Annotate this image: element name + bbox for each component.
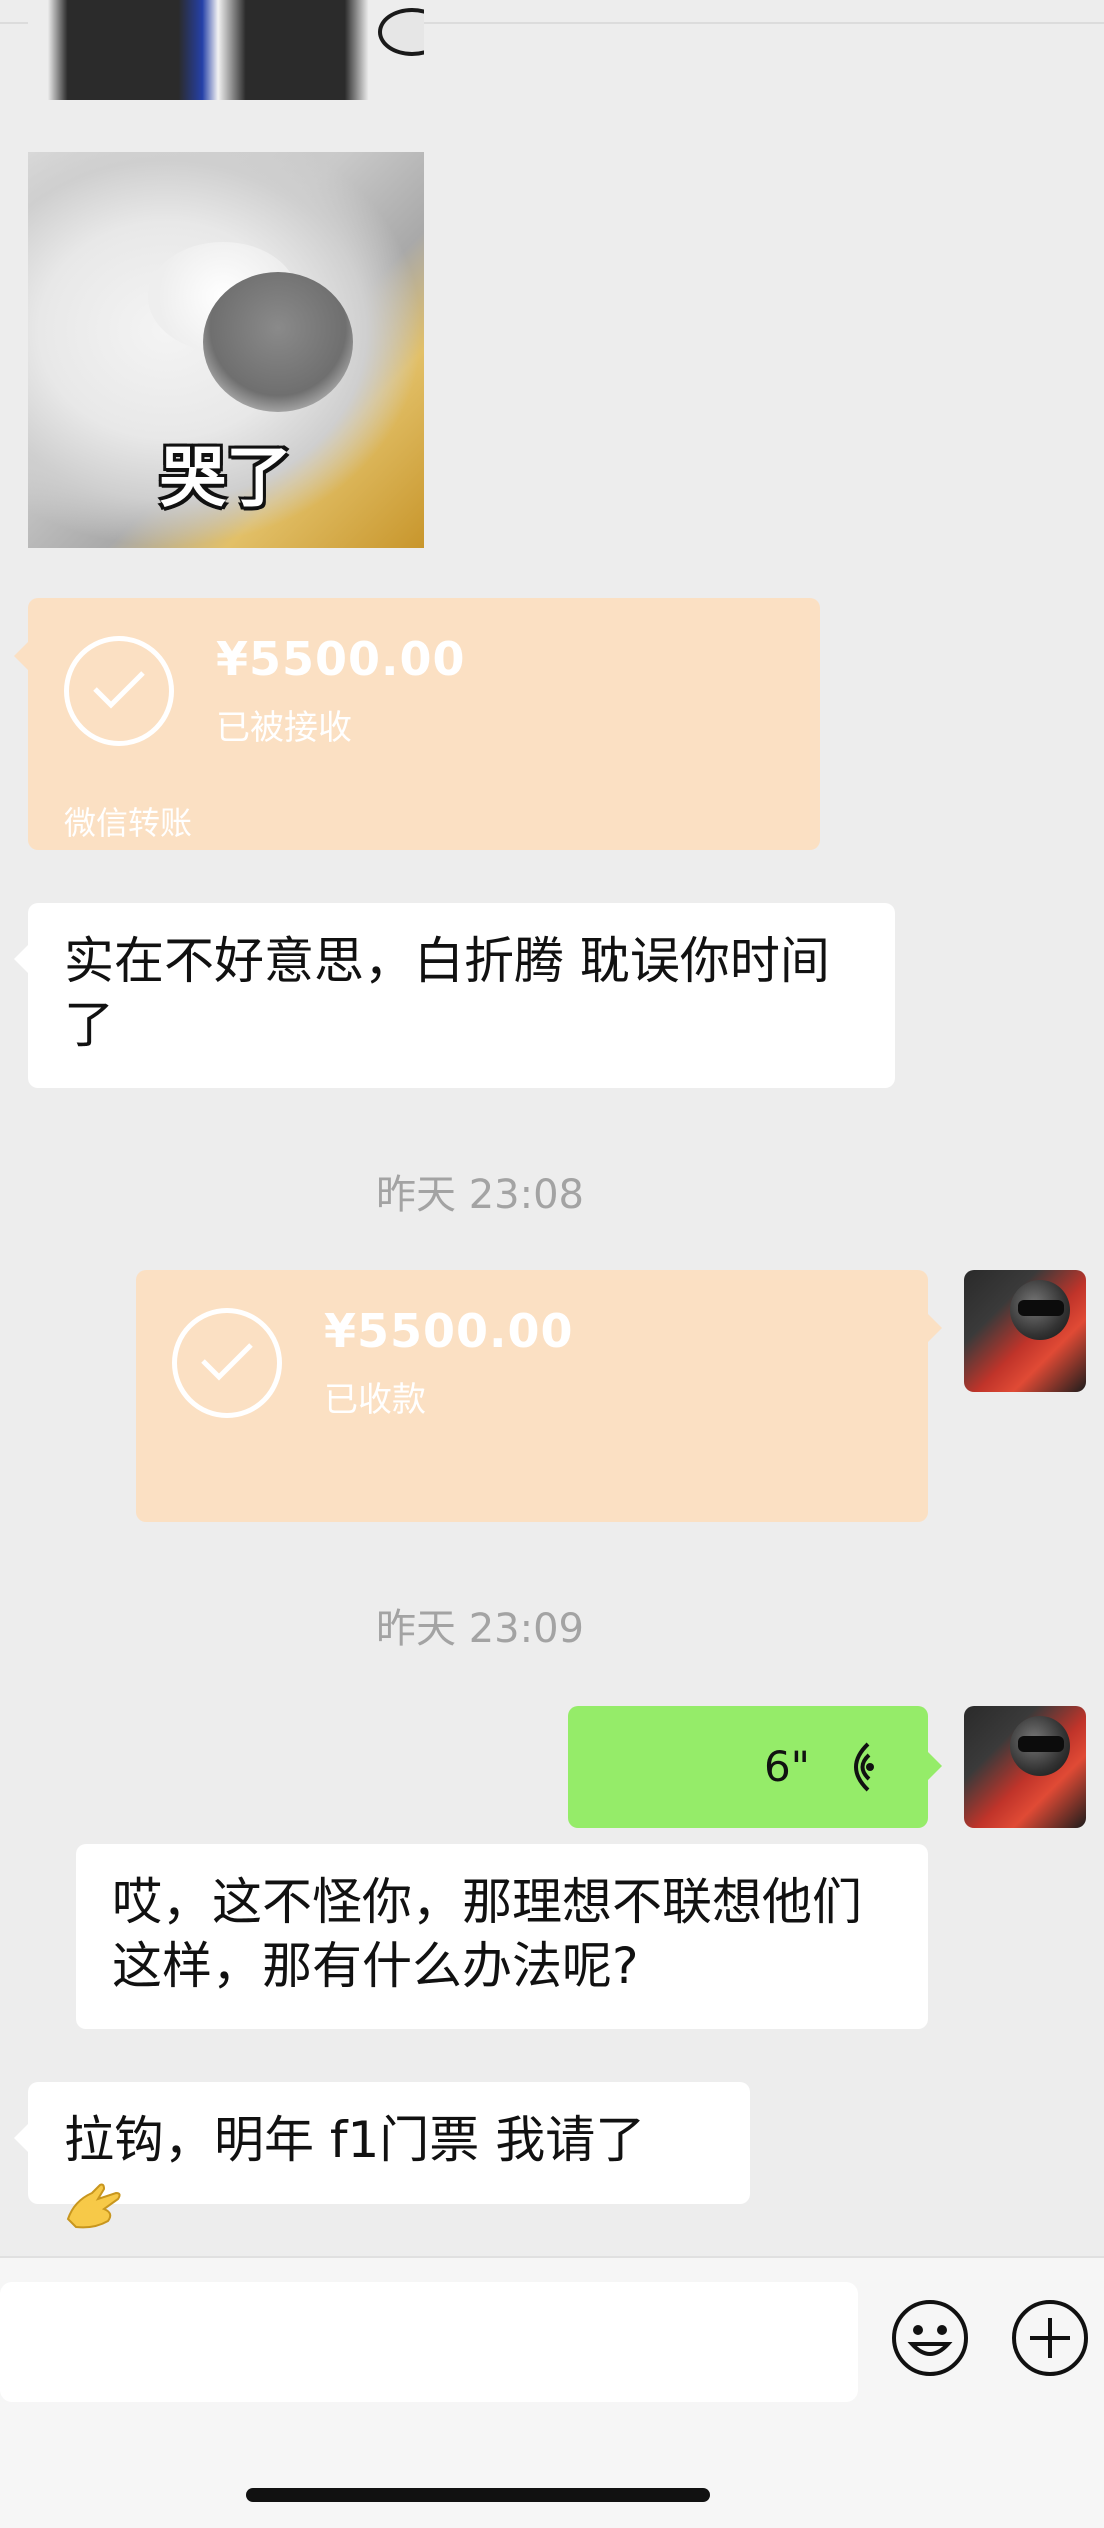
message-bubble-incoming[interactable]: 拉钩，明年 f1门票 我请了 xyxy=(14,2082,750,2229)
transfer-amount: ¥5500.00 xyxy=(216,632,466,686)
visor-art xyxy=(1018,1736,1064,1752)
check-circle-icon xyxy=(64,636,174,746)
transfer-card-collected[interactable]: ¥5500.00 已收款 xyxy=(136,1270,942,1522)
voice-wave-icon xyxy=(854,1742,874,1792)
smiley-face-icon xyxy=(892,2300,968,2376)
sticker-caption: 哭了 xyxy=(160,439,292,516)
voice-message-bubble[interactable]: 6" xyxy=(568,1706,942,1828)
pinched-hand-emoji xyxy=(66,2183,121,2229)
message-text: 哎，这不怪你，那理想不联想他们这样，那有什么办法呢? xyxy=(112,1873,862,1995)
transfer-card-received[interactable]: ¥5500.00 已被接收 微信转账 xyxy=(14,598,820,850)
voice-duration: 6" xyxy=(763,1742,810,1791)
check-circle-icon xyxy=(172,1308,282,1418)
message-input[interactable] xyxy=(0,2282,858,2402)
message-bubble-incoming[interactable]: 哎，这不怪你，那理想不联想他们这样，那有什么办法呢? xyxy=(76,1844,928,2029)
sticker-suit-art xyxy=(28,0,424,100)
transfer-footer-label: 微信转账 xyxy=(64,804,193,842)
timestamp: 昨天 23:09 xyxy=(376,1606,584,1652)
visor-art xyxy=(1018,1300,1064,1316)
message-bubble-incoming[interactable]: 实在不好意思，白折腾 耽误你时间了 xyxy=(14,903,895,1088)
transfer-amount: ¥5500.00 xyxy=(324,1304,574,1358)
plus-circle-icon xyxy=(1012,2300,1088,2376)
sticker-image-cat[interactable]: 哭了 xyxy=(28,152,424,548)
home-indicator[interactable] xyxy=(246,2488,710,2502)
message-text: 拉钩，明年 f1门票 我请了 xyxy=(64,2111,646,2169)
emoji-button[interactable] xyxy=(890,2298,970,2378)
sticker-image-suit[interactable] xyxy=(28,0,424,100)
timestamp: 昨天 23:08 xyxy=(376,1172,584,1218)
cat-face-art xyxy=(203,272,353,412)
more-options-button[interactable] xyxy=(1010,2298,1090,2378)
message-text: 实在不好意思，白折腾 耽误你时间了 xyxy=(64,932,830,1054)
transfer-status: 已被接收 xyxy=(216,708,352,748)
avatar-self[interactable] xyxy=(964,1706,1086,1828)
transfer-status: 已收款 xyxy=(324,1380,426,1420)
avatar-self[interactable] xyxy=(964,1270,1086,1392)
